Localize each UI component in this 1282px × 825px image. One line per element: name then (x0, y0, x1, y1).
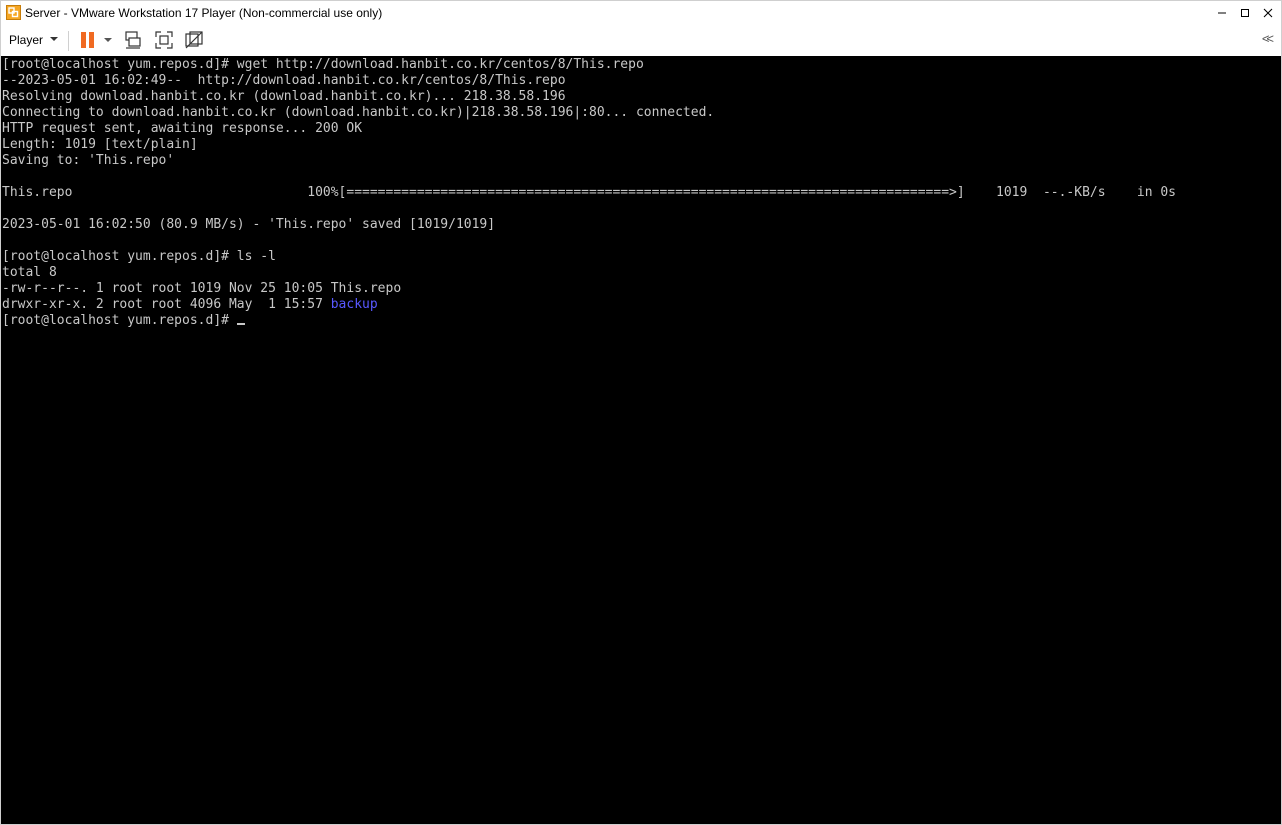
vm-console[interactable]: [root@localhost yum.repos.d]# wget http:… (1, 56, 1281, 824)
terminal-dir-line: drwxr-xr-x. 2 root root 4096 May 1 15:57… (2, 297, 378, 313)
directory-name: backup (330, 297, 378, 312)
fullscreen-icon[interactable] (154, 30, 174, 50)
terminal-line: -rw-r--r--. 1 root root 1019 Nov 25 10:0… (2, 281, 402, 296)
terminal-line: Saving to: 'This.repo' (2, 153, 175, 168)
dir-listing-prefix: drwxr-xr-x. 2 root root 4096 May 1 15:57 (2, 297, 331, 312)
collapse-icon[interactable]: << (1262, 31, 1274, 47)
terminal-line: total 8 (2, 265, 57, 280)
terminal-line: [root@localhost yum.repos.d]# wget http:… (2, 57, 644, 72)
terminal-line: 2023-05-01 16:02:50 (80.9 MB/s) - 'This.… (2, 217, 496, 232)
power-options-caret-icon[interactable] (104, 38, 112, 42)
minimize-icon (1218, 12, 1226, 14)
terminal-line: HTTP request sent, awaiting response... … (2, 121, 363, 136)
send-ctrl-alt-del-icon[interactable] (123, 30, 143, 50)
window-title: Server - VMware Workstation 17 Player (N… (25, 6, 383, 20)
terminal-line: [root@localhost yum.repos.d]# ls -l (2, 249, 276, 264)
terminal-line: --2023-05-01 16:02:49-- http://download.… (2, 73, 566, 88)
player-menu-caret-icon[interactable] (50, 37, 58, 41)
close-icon (1263, 8, 1273, 18)
pause-icon[interactable] (79, 31, 97, 49)
terminal-line: Connecting to download.hanbit.co.kr (dow… (2, 105, 715, 120)
unity-icon[interactable] (184, 30, 204, 50)
vmware-app-icon (6, 5, 21, 20)
terminal-prompt-line[interactable]: [root@localhost yum.repos.d]# (2, 313, 245, 329)
maximize-icon (1241, 9, 1249, 17)
download-progress-line: This.repo 100%[=========================… (2, 185, 1176, 200)
terminal-line: Resolving download.hanbit.co.kr (downloa… (2, 89, 566, 104)
title-bar[interactable]: Server - VMware Workstation 17 Player (N… (1, 1, 1281, 25)
player-toolbar: Player << (1, 25, 1281, 56)
maximize-button[interactable] (1234, 1, 1256, 25)
text-cursor (236, 323, 245, 325)
vmware-player-window: Server - VMware Workstation 17 Player (N… (0, 0, 1282, 825)
terminal-line: Length: 1019 [text/plain] (2, 137, 198, 152)
shell-prompt: [root@localhost yum.repos.d]# (2, 313, 237, 328)
close-button[interactable] (1257, 1, 1279, 25)
toolbar-divider (68, 31, 69, 51)
player-menu-button[interactable]: Player (9, 32, 43, 48)
minimize-button[interactable] (1211, 1, 1233, 25)
